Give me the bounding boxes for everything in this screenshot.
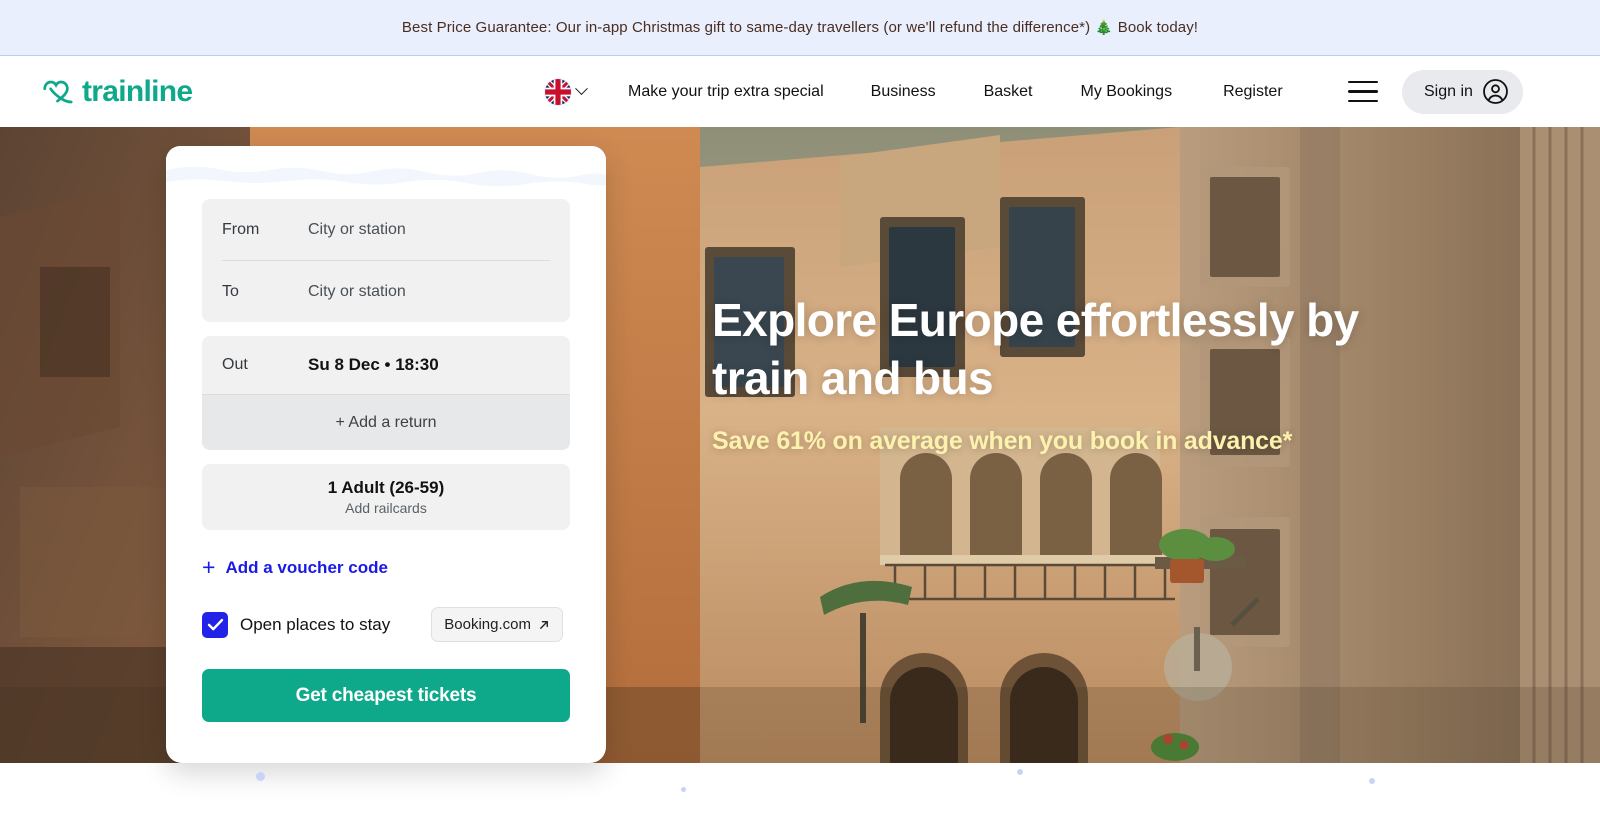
nav-link-make-your-trip-extra-special[interactable]: Make your trip extra special — [628, 77, 824, 107]
outbound-date-field[interactable]: Out Su 8 Dec • 18:30 — [202, 336, 570, 394]
booking-com-chip[interactable]: Booking.com — [431, 607, 563, 642]
from-field[interactable]: From City or station — [202, 199, 570, 260]
main-navigation: Make your trip extra special Business Ba… — [545, 77, 1283, 107]
nav-link-my-bookings[interactable]: My Bookings — [1080, 77, 1172, 107]
places-to-stay-label: Open places to stay — [240, 614, 391, 634]
search-card-body: From City or station To City or station … — [166, 199, 606, 722]
chevron-down-icon — [575, 82, 588, 96]
trainline-logo-text: trainline — [82, 74, 193, 108]
hero-copy: Explore Europe effortlessly by train and… — [712, 292, 1372, 457]
locale-selector[interactable] — [545, 78, 588, 105]
origin-destination-group: From City or station To City or station — [202, 199, 570, 322]
outbound-label: Out — [222, 356, 248, 373]
snow-cap-decoration — [166, 148, 606, 192]
add-return-label: + Add a return — [335, 413, 437, 431]
from-input[interactable]: City or station — [308, 221, 406, 239]
search-card: From City or station To City or station … — [166, 146, 606, 763]
plus-icon: + — [202, 554, 216, 580]
user-avatar-icon — [1483, 79, 1508, 104]
hamburger-bar — [1348, 80, 1378, 83]
to-input[interactable]: City or station — [308, 283, 406, 301]
add-return-button[interactable]: + Add a return — [202, 394, 570, 450]
hamburger-bar — [1348, 100, 1378, 103]
add-voucher-code-label: Add a voucher code — [225, 557, 388, 577]
nav-link-basket[interactable]: Basket — [984, 77, 1033, 107]
hero-title: Explore Europe effortlessly by train and… — [712, 294, 1359, 404]
passengers-summary: 1 Adult (26-59) — [327, 478, 445, 497]
hamburger-bar — [1348, 90, 1378, 93]
to-field[interactable]: To City or station — [202, 261, 570, 322]
site-header: trainline Make your trip extra special B… — [0, 56, 1600, 127]
passengers-selector[interactable]: 1 Adult (26-59) Add railcards — [202, 464, 570, 530]
promo-text-before: Best Price Guarantee: Our in-app Christm… — [401, 19, 1091, 36]
checkmark-icon — [207, 618, 223, 631]
christmas-tree-icon: 🎄 — [1095, 19, 1113, 35]
promo-banner-text: Best Price Guarantee: Our in-app Christm… — [402, 19, 1198, 36]
sign-in-label: Sign in — [1424, 82, 1473, 100]
add-railcards-label[interactable]: Add railcards — [345, 500, 427, 516]
trainline-logo[interactable]: trainline — [42, 74, 193, 108]
snow-dot — [1369, 778, 1375, 784]
places-to-stay-row: Open places to stay Booking.com — [202, 607, 570, 642]
uk-flag-icon — [545, 78, 571, 105]
booking-com-label: Booking.com — [444, 616, 531, 633]
nav-link-register[interactable]: Register — [1223, 77, 1283, 107]
places-to-stay-checkbox[interactable] — [202, 611, 228, 638]
external-link-icon — [540, 620, 548, 629]
snow-dot — [255, 771, 265, 781]
date-group: Out Su 8 Dec • 18:30 + Add a return — [202, 336, 570, 450]
sign-in-button[interactable]: Sign in — [1402, 69, 1523, 114]
trainline-heart-swoosh-icon — [43, 80, 73, 103]
hamburger-menu-icon[interactable] — [1348, 80, 1378, 103]
page-root: Best Price Guarantee: Our in-app Christm… — [0, 0, 1600, 816]
promo-text-after: Book today! — [1117, 19, 1199, 36]
hero-subtitle: Save 61% on average when you book in adv… — [712, 426, 1293, 455]
get-cheapest-tickets-button[interactable]: Get cheapest tickets — [202, 669, 570, 722]
outbound-value: Su 8 Dec • 18:30 — [308, 355, 439, 374]
add-voucher-code-button[interactable]: + Add a voucher code — [202, 556, 570, 579]
promo-banner[interactable]: Best Price Guarantee: Our in-app Christm… — [0, 0, 1600, 56]
nav-link-business[interactable]: Business — [871, 77, 936, 107]
snow-dot — [680, 786, 686, 792]
from-label: From — [222, 220, 260, 238]
snow-dot — [1017, 769, 1023, 775]
to-label: To — [222, 282, 239, 300]
